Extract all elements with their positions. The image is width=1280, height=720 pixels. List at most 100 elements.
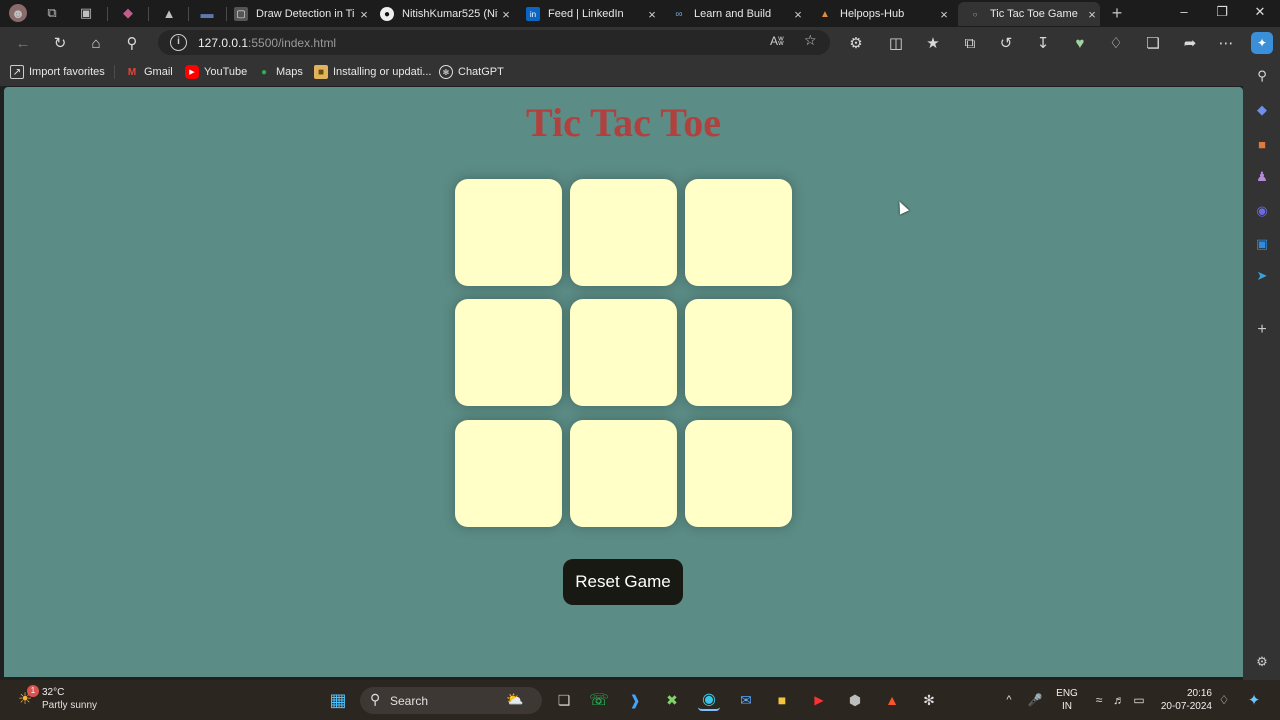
- tab-tic-tac-toe[interactable]: ○ Tic Tac Toe Game ×: [958, 2, 1100, 26]
- favorite-installing[interactable]: ■ Installing or updati...: [314, 64, 431, 80]
- board-cell-8[interactable]: [570, 420, 677, 527]
- tab-github[interactable]: ● NitishKumar525 (Nit ×: [380, 2, 514, 26]
- vscode-icon[interactable]: ❱: [624, 689, 646, 711]
- file-explorer-icon[interactable]: ■: [771, 689, 793, 711]
- reset-game-button[interactable]: Reset Game: [563, 559, 683, 605]
- copilot-taskbar-icon[interactable]: ✦: [1243, 689, 1265, 711]
- sidebar-tools-icon[interactable]: ■: [1252, 134, 1272, 154]
- favorite-youtube[interactable]: ▶ YouTube: [185, 64, 247, 80]
- wifi-icon[interactable]: ≈: [1088, 689, 1110, 711]
- board-cell-1[interactable]: [455, 179, 562, 286]
- tab-draw-detection[interactable]: ▢ Draw Detection in Ti ×: [234, 2, 372, 26]
- favorite-star-icon[interactable]: ☆: [804, 32, 817, 49]
- close-tab-icon[interactable]: ×: [790, 7, 806, 22]
- xbox-icon[interactable]: ✖: [661, 689, 683, 711]
- language-line1[interactable]: ENG: [1054, 688, 1080, 699]
- clock-time[interactable]: 20:16: [1156, 688, 1212, 699]
- close-tab-icon[interactable]: ×: [1084, 7, 1100, 22]
- board-cell-4[interactable]: [455, 299, 562, 406]
- task-view-icon[interactable]: ❏: [553, 689, 575, 711]
- workspaces-icon[interactable]: ⧉: [43, 4, 61, 22]
- site-info-icon[interactable]: i: [170, 34, 187, 51]
- sidebar-settings-icon[interactable]: ⚙: [1252, 652, 1272, 672]
- sidebar-outlook-icon[interactable]: ▣: [1252, 234, 1272, 254]
- search-icon: ⚲: [370, 691, 381, 707]
- close-window-icon[interactable]: ✕: [1250, 4, 1270, 22]
- split-screen-icon[interactable]: ◫: [885, 32, 907, 54]
- board-cell-5[interactable]: [570, 299, 677, 406]
- collections-icon[interactable]: ⧉: [959, 32, 981, 54]
- notification-bell-icon[interactable]: ♢: [1213, 689, 1235, 711]
- sidebar-copilot-icon[interactable]: ◉: [1252, 201, 1272, 221]
- minimize-icon[interactable]: –: [1174, 4, 1194, 22]
- volume-icon[interactable]: ♬: [1108, 689, 1130, 711]
- show-hidden-icons-icon[interactable]: ^: [998, 689, 1020, 711]
- downloads-icon[interactable]: ↧: [1032, 32, 1054, 54]
- sidebar-shopping-icon[interactable]: ◆: [1252, 100, 1272, 120]
- edge-icon[interactable]: ◉: [698, 689, 720, 711]
- tab-actions-icon[interactable]: ▣: [77, 4, 95, 22]
- start-windows-icon[interactable]: ▦: [327, 689, 349, 711]
- sidebar-games-icon[interactable]: ♟: [1252, 167, 1272, 187]
- pinned-tab-icon[interactable]: ▬: [198, 4, 216, 22]
- mail-icon[interactable]: ✉: [735, 689, 757, 711]
- tab-learn-and-build[interactable]: ∞ Learn and Build ×: [672, 2, 806, 26]
- sidebar-telegram-icon[interactable]: ➤: [1252, 266, 1272, 286]
- favorite-import[interactable]: ↗ Import favorites: [10, 64, 105, 80]
- close-tab-icon[interactable]: ×: [936, 7, 952, 22]
- favorites-icon[interactable]: ★: [922, 32, 944, 54]
- whatsapp-icon[interactable]: ☏: [588, 689, 610, 711]
- copilot-icon[interactable]: ✦: [1251, 32, 1273, 54]
- board-cell-2[interactable]: [570, 179, 677, 286]
- page-title: Tic Tac Toe: [526, 100, 721, 145]
- share-icon[interactable]: ➦: [1179, 32, 1201, 54]
- tab-linkedin[interactable]: in Feed | LinkedIn ×: [526, 2, 660, 26]
- board-cell-7[interactable]: [455, 420, 562, 527]
- pinned-tab-icon[interactable]: ◆: [119, 4, 137, 22]
- new-tab-icon[interactable]: +: [1108, 3, 1126, 23]
- board-cell-3[interactable]: [685, 179, 792, 286]
- clock-date[interactable]: 20-07-2024: [1156, 701, 1212, 712]
- screenshot-icon[interactable]: ❏: [1142, 32, 1164, 54]
- tab-separator: [148, 7, 149, 21]
- extensions-icon[interactable]: ⚙: [845, 32, 867, 54]
- address-url[interactable]: 127.0.0.1:5500/index.html: [198, 36, 336, 50]
- close-tab-icon[interactable]: ×: [498, 7, 514, 22]
- learn-icon: ∞: [675, 8, 683, 20]
- github-desktop-icon[interactable]: ⬢: [844, 689, 866, 711]
- home-icon[interactable]: ⌂: [85, 32, 107, 54]
- restore-icon[interactable]: ❐: [1212, 4, 1232, 22]
- sidebar-add-icon[interactable]: +: [1252, 320, 1272, 340]
- back-icon[interactable]: ←: [12, 32, 34, 54]
- favorite-maps[interactable]: ● Maps: [257, 64, 303, 80]
- board-cell-9[interactable]: [685, 420, 792, 527]
- search-highlight-icon: ⛅: [506, 691, 524, 707]
- youtube-app-icon[interactable]: ▶: [808, 689, 830, 711]
- search-icon[interactable]: ⚲: [121, 32, 143, 54]
- address-bar[interactable]: i 127.0.0.1:5500/index.html Aʬ ☆: [158, 30, 830, 55]
- close-tab-icon[interactable]: ×: [644, 7, 660, 22]
- sidebar-search-icon[interactable]: ⚲: [1252, 66, 1272, 86]
- tab-title: NitishKumar525 (Nit: [402, 8, 498, 20]
- favorite-chatgpt[interactable]: ✻ ChatGPT: [439, 64, 504, 80]
- battery-icon[interactable]: ▭: [1128, 689, 1150, 711]
- taskbar: ☀ 1 32°C Partly sunny ▦ ⚲ Search ⛅ ❏ ☏ ❱…: [0, 680, 1280, 720]
- pinned-tab-icon[interactable]: ▲: [160, 4, 178, 22]
- refresh-icon[interactable]: ↻: [49, 32, 71, 54]
- more-options-icon[interactable]: ⋯: [1215, 32, 1237, 54]
- board-cell-6[interactable]: [685, 299, 792, 406]
- language-line2[interactable]: IN: [1054, 701, 1080, 712]
- chatgpt-app-icon[interactable]: ✻: [918, 689, 940, 711]
- mouse-cursor-icon: [894, 199, 910, 215]
- performance-icon[interactable]: ♥: [1069, 32, 1091, 54]
- profile-avatar-icon[interactable]: ☻: [9, 4, 27, 22]
- close-tab-icon[interactable]: ×: [356, 7, 372, 22]
- microphone-icon[interactable]: 🎤: [1024, 689, 1046, 711]
- brave-icon[interactable]: ▲: [881, 689, 903, 711]
- history-icon[interactable]: ↺: [995, 32, 1017, 54]
- notifications-icon[interactable]: ♢: [1105, 32, 1127, 54]
- read-aloud-icon[interactable]: Aʬ: [770, 34, 784, 48]
- taskbar-search[interactable]: ⚲ Search ⛅: [360, 687, 542, 714]
- favorite-gmail[interactable]: M Gmail: [125, 64, 173, 80]
- tab-helpops-hub[interactable]: ▲ Helpops-Hub ×: [818, 2, 952, 26]
